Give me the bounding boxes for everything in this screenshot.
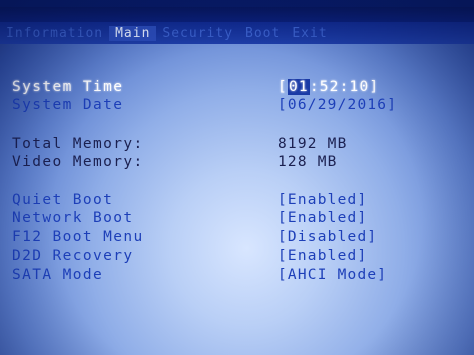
tab-boot[interactable]: Boot bbox=[239, 26, 286, 41]
quiet-boot-label: Quiet Boot bbox=[12, 192, 114, 208]
system-time-open: [ bbox=[278, 79, 288, 95]
title-bar-strip bbox=[0, 0, 474, 7]
f12-boot-menu-value[interactable]: [Disabled] bbox=[278, 228, 377, 246]
tab-exit[interactable]: Exit bbox=[286, 26, 333, 41]
total-memory-label: Total Memory: bbox=[12, 136, 144, 152]
quiet-boot-value[interactable]: [Enabled] bbox=[278, 191, 367, 209]
total-memory-row: Total Memory: 8192 MB bbox=[0, 135, 474, 153]
quiet-boot-row[interactable]: Quiet Boot [Enabled] bbox=[0, 191, 474, 209]
system-time-row[interactable]: System Time [01:52:10] bbox=[0, 78, 474, 96]
tab-security[interactable]: Security bbox=[156, 26, 239, 41]
d2d-recovery-label: D2D Recovery bbox=[12, 248, 134, 264]
network-boot-value[interactable]: [Enabled] bbox=[278, 209, 367, 227]
tab-main[interactable]: Main bbox=[109, 25, 157, 41]
f12-boot-menu-label: F12 Boot Menu bbox=[12, 229, 144, 245]
system-time-label: System Time bbox=[12, 79, 124, 95]
system-time-rest: :52:10] bbox=[309, 79, 380, 95]
network-boot-row[interactable]: Network Boot [Enabled] bbox=[0, 209, 474, 227]
video-memory-value: 128 MB bbox=[278, 154, 338, 170]
d2d-recovery-value[interactable]: [Enabled] bbox=[278, 247, 367, 265]
system-date-value[interactable]: [06/29/2016] bbox=[278, 96, 397, 114]
bios-screen: Information Main Security Boot Exit Syst… bbox=[0, 0, 474, 355]
network-boot-label: Network Boot bbox=[12, 210, 134, 226]
system-time-value[interactable]: [01:52:10] bbox=[278, 78, 379, 96]
sata-mode-row[interactable]: SATA Mode [AHCI Mode] bbox=[0, 266, 474, 284]
video-memory-row: Video Memory: 128 MB bbox=[0, 153, 474, 171]
system-time-hour-field[interactable]: 01 bbox=[287, 79, 310, 95]
system-date-row[interactable]: System Date [06/29/2016] bbox=[0, 96, 474, 114]
video-memory-label: Video Memory: bbox=[12, 154, 144, 170]
sata-mode-label: SATA Mode bbox=[12, 267, 104, 283]
system-date-label: System Date bbox=[12, 97, 124, 113]
d2d-recovery-row[interactable]: D2D Recovery [Enabled] bbox=[0, 247, 474, 265]
tab-information[interactable]: Information bbox=[0, 26, 109, 41]
menu-bar: Information Main Security Boot Exit bbox=[0, 22, 474, 44]
sata-mode-value[interactable]: [AHCI Mode] bbox=[278, 266, 387, 284]
screen-vignette bbox=[0, 0, 474, 355]
f12-boot-menu-row[interactable]: F12 Boot Menu [Disabled] bbox=[0, 228, 474, 246]
total-memory-value: 8192 MB bbox=[278, 136, 348, 152]
